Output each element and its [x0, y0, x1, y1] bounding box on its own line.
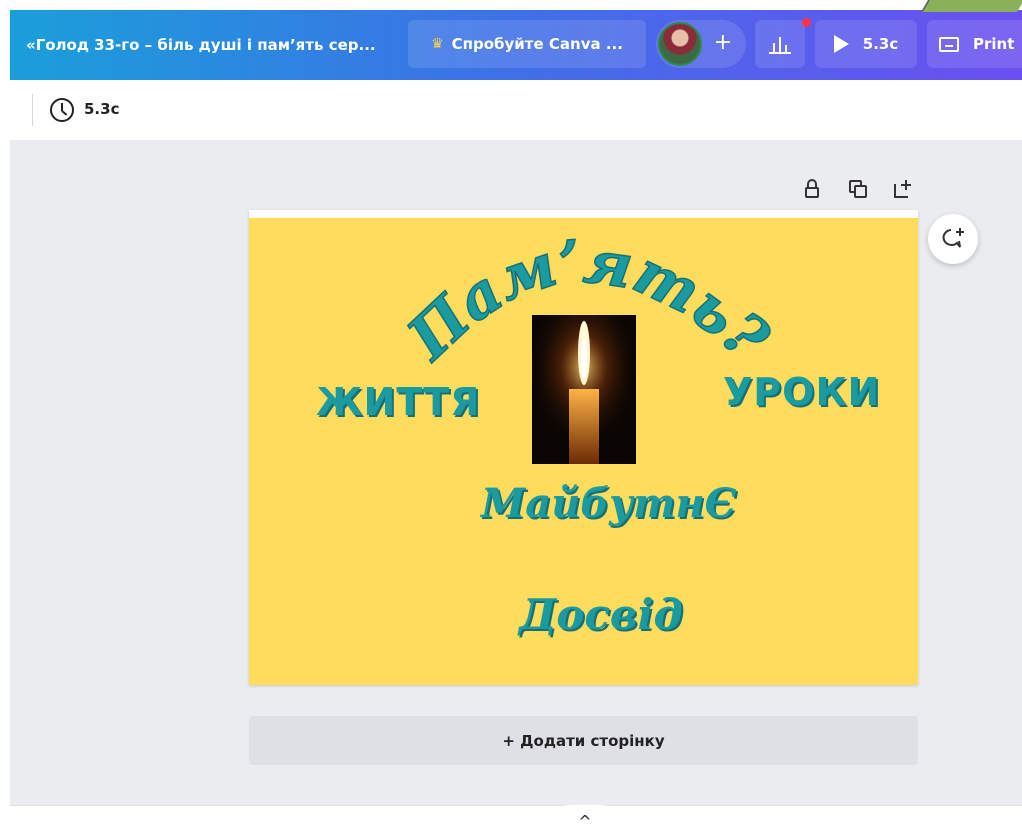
add-page-icon[interactable]	[892, 178, 914, 200]
design-page[interactable]: Пам’ять? ЖИТТЯ УРОКИ МайбутнЄ Досвід	[249, 210, 918, 685]
editor-canvas-area: Пам’ять? ЖИТТЯ УРОКИ МайбутнЄ Досвід + Д…	[10, 140, 1022, 805]
timing-toolbar: 5.3с	[10, 80, 1022, 140]
print-icon	[939, 36, 959, 52]
top-toolbar: «Голод 33-го – біль душі і пам’ять сер..…	[10, 10, 1022, 80]
add-collaborator-button[interactable]: +	[714, 30, 732, 55]
word-future: МайбутнЄ	[481, 480, 737, 527]
insights-button[interactable]	[755, 18, 811, 68]
document-title[interactable]: «Голод 33-го – біль душі і пам’ять сер..…	[26, 36, 376, 54]
try-canva-pro-button[interactable]: ♛ Спробуйте Canva ...	[408, 20, 646, 68]
bottom-panel	[10, 805, 1022, 836]
duplicate-page-icon[interactable]	[848, 178, 870, 200]
word-life: ЖИТТЯ	[316, 380, 481, 424]
toolbar-divider	[32, 94, 33, 126]
add-comment-button[interactable]	[928, 214, 978, 264]
present-play-button[interactable]: 5.3с	[815, 20, 917, 68]
print-button[interactable]: Print	[927, 20, 1022, 68]
comment-plus-icon	[942, 228, 964, 248]
print-label: Print	[973, 35, 1015, 53]
bar-chart-icon	[769, 37, 791, 54]
play-duration-label: 5.3с	[862, 35, 899, 53]
crown-icon: ♛	[431, 36, 444, 52]
try-canva-label: Спробуйте Canva ...	[451, 35, 623, 53]
lock-icon[interactable]	[802, 178, 824, 200]
expand-pages-button[interactable]: ^	[540, 805, 630, 835]
page-duration[interactable]: 5.3с	[84, 100, 119, 118]
play-icon	[833, 35, 849, 53]
candle-image	[532, 315, 636, 464]
word-experience: Досвід	[519, 590, 683, 639]
corner-decoration	[921, 0, 1022, 12]
share-avatar-group[interactable]: +	[656, 20, 746, 68]
notification-dot	[802, 18, 811, 27]
avatar[interactable]	[658, 22, 702, 66]
word-lessons: УРОКИ	[723, 370, 881, 414]
clock-icon[interactable]	[50, 98, 74, 122]
add-page-button[interactable]: + Додати сторінку	[249, 716, 918, 765]
